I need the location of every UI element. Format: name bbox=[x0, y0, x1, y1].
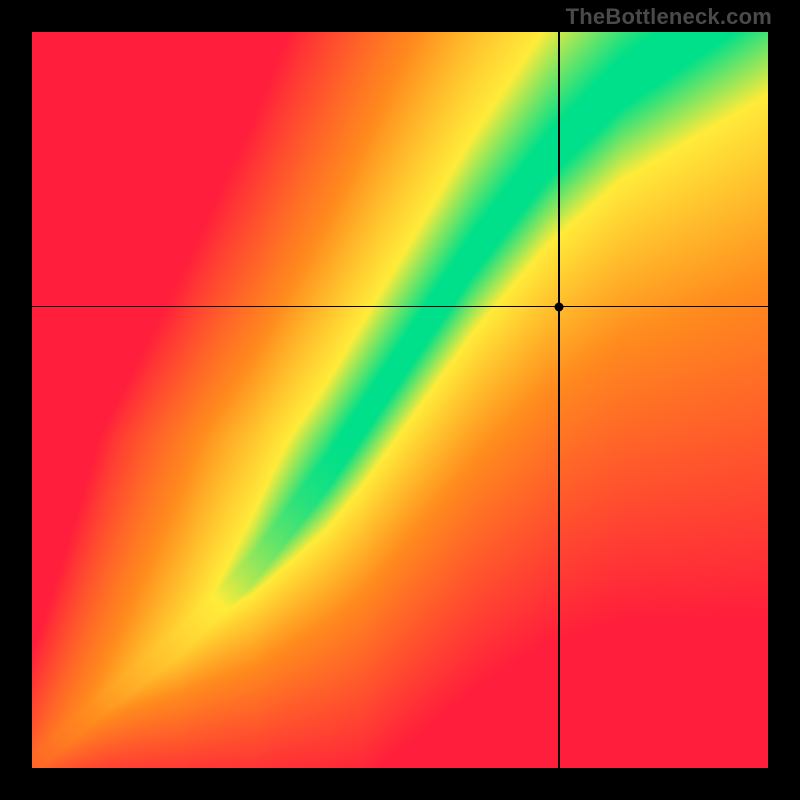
heatmap-canvas bbox=[32, 32, 768, 768]
attribution-text: TheBottleneck.com bbox=[566, 4, 772, 30]
crosshair-vertical bbox=[558, 32, 559, 768]
chart-stage: TheBottleneck.com bbox=[0, 0, 800, 800]
heatmap-plot bbox=[32, 32, 768, 768]
selected-point-marker bbox=[554, 302, 563, 311]
crosshair-horizontal bbox=[32, 306, 768, 307]
